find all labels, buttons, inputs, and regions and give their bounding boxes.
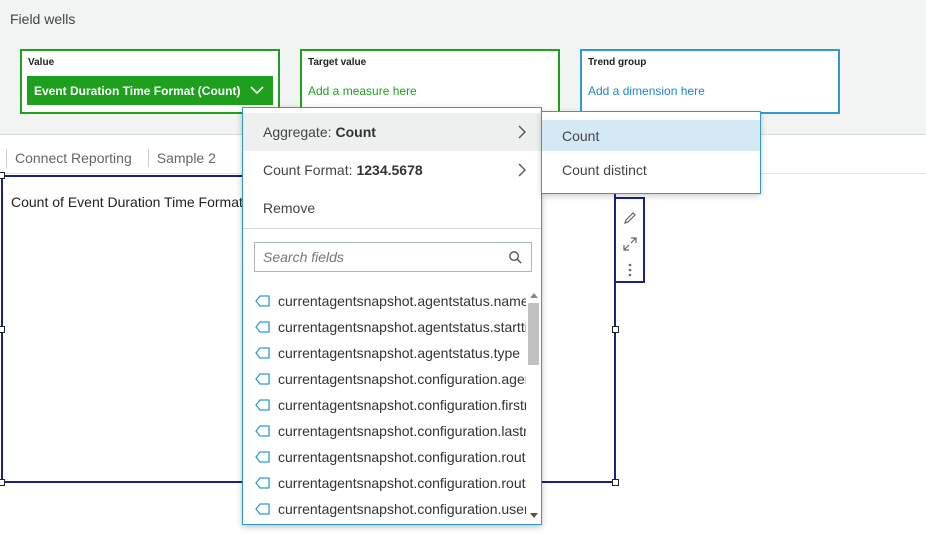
field-list-item[interactable]: currentagentsnapshot.configuration.first…	[243, 392, 526, 418]
field-wells-title: Field wells	[10, 11, 76, 27]
resize-handle[interactable]	[612, 479, 619, 486]
add-measure-link[interactable]: Add a measure here	[308, 84, 417, 98]
pencil-icon[interactable]	[622, 210, 638, 226]
dimension-field-icon	[255, 451, 270, 463]
visual-toolbar	[616, 197, 645, 283]
field-list-item[interactable]: currentagentsnapshot.configuration.agent…	[243, 366, 526, 392]
dimension-field-icon	[255, 503, 270, 515]
field-name: currentagentsnapshot.configuration.routi…	[278, 475, 526, 491]
value-well-label: Value	[28, 57, 55, 68]
field-list: currentagentsnapshot.agentstatus.name cu…	[243, 288, 526, 522]
search-fields-box	[254, 242, 532, 272]
field-list-scrollbar[interactable]	[527, 289, 540, 523]
target-value-well[interactable]: Target value Add a measure here	[300, 49, 560, 114]
field-list-item[interactable]: currentagentsnapshot.configuration.routi…	[243, 444, 526, 470]
dimension-field-icon	[255, 399, 270, 411]
aggregate-submenu: Count Count distinct	[541, 111, 761, 194]
count-format-menu-item[interactable]: Count Format: 1234.5678	[243, 151, 541, 189]
field-list-item[interactable]: currentagentsnapshot.agentstatus.type	[243, 340, 526, 366]
dimension-field-icon	[255, 321, 270, 333]
scroll-up-icon[interactable]	[530, 292, 538, 298]
count-format-label: Count Format:	[263, 162, 353, 178]
trend-group-well-label: Trend group	[588, 57, 647, 68]
field-options-menu: Aggregate: Count Count Format: 1234.5678…	[242, 107, 542, 525]
chevron-right-icon	[518, 163, 526, 177]
field-name: currentagentsnapshot.agentstatus.name	[278, 293, 526, 309]
remove-menu-item[interactable]: Remove	[243, 189, 541, 227]
aggregate-value: Count	[335, 124, 376, 140]
analysis-editor: Field wells Value Event Duration Time Fo…	[0, 0, 926, 547]
resize-handle[interactable]	[612, 326, 619, 333]
more-vertical-icon[interactable]	[622, 262, 638, 278]
field-list-item[interactable]: currentagentsnapshot.configuration.routi…	[243, 470, 526, 496]
scroll-down-icon[interactable]	[530, 513, 538, 519]
field-name: currentagentsnapshot.configuration.routi…	[278, 449, 526, 465]
field-name: currentagentsnapshot.agentstatus.startti…	[278, 319, 526, 335]
sheet-tab[interactable]: Sample 2	[147, 149, 226, 167]
count-format-value: 1234.5678	[356, 162, 423, 178]
visual-title: Count of Event Duration Time Format	[11, 194, 243, 210]
resize-handle[interactable]	[0, 326, 5, 333]
chevron-down-icon[interactable]	[249, 82, 265, 98]
value-well[interactable]: Value Event Duration Time Format (Count)	[20, 49, 280, 114]
field-list-item[interactable]: currentagentsnapshot.agentstatus.startti…	[243, 314, 526, 340]
field-list-item[interactable]: currentagentsnapshot.configuration.usern…	[243, 496, 526, 522]
dimension-field-icon	[255, 295, 270, 307]
dimension-field-icon	[255, 425, 270, 437]
field-list-item[interactable]: currentagentsnapshot.configuration.lastn…	[243, 418, 526, 444]
menu-divider	[243, 228, 541, 229]
aggregate-option-count-distinct[interactable]: Count distinct	[542, 154, 760, 185]
target-value-well-label: Target value	[308, 57, 367, 68]
field-list-item[interactable]: currentagentsnapshot.agentstatus.name	[243, 288, 526, 314]
search-fields-input[interactable]	[255, 243, 499, 271]
resize-handle[interactable]	[0, 479, 5, 486]
dimension-field-icon	[255, 347, 270, 359]
field-name: currentagentsnapshot.agentstatus.type	[278, 345, 521, 361]
search-icon[interactable]	[508, 250, 523, 265]
dimension-field-icon	[255, 373, 270, 385]
field-name: currentagentsnapshot.configuration.first…	[278, 397, 526, 413]
field-name: currentagentsnapshot.configuration.agent…	[278, 371, 526, 387]
field-name: currentagentsnapshot.configuration.usern…	[278, 501, 526, 517]
chevron-right-icon	[518, 125, 526, 139]
value-field-chip[interactable]: Event Duration Time Format (Count)	[27, 76, 273, 105]
sheet-tab[interactable]: Connect Reporting	[6, 149, 142, 167]
resize-handle[interactable]	[0, 172, 5, 179]
value-field-chip-label: Event Duration Time Format (Count)	[34, 83, 241, 98]
aggregate-menu-item[interactable]: Aggregate: Count	[243, 113, 541, 151]
trend-group-well[interactable]: Trend group Add a dimension here	[580, 49, 840, 114]
aggregate-option-count[interactable]: Count	[542, 120, 760, 151]
aggregate-label: Aggregate:	[263, 124, 332, 140]
expand-icon[interactable]	[622, 236, 638, 252]
scrollbar-thumb[interactable]	[528, 303, 539, 365]
field-name: currentagentsnapshot.configuration.lastn…	[278, 423, 526, 439]
dimension-field-icon	[255, 477, 270, 489]
add-dimension-link[interactable]: Add a dimension here	[588, 84, 705, 98]
sheet-tabs: Connect Reporting Sample 2	[0, 146, 226, 170]
